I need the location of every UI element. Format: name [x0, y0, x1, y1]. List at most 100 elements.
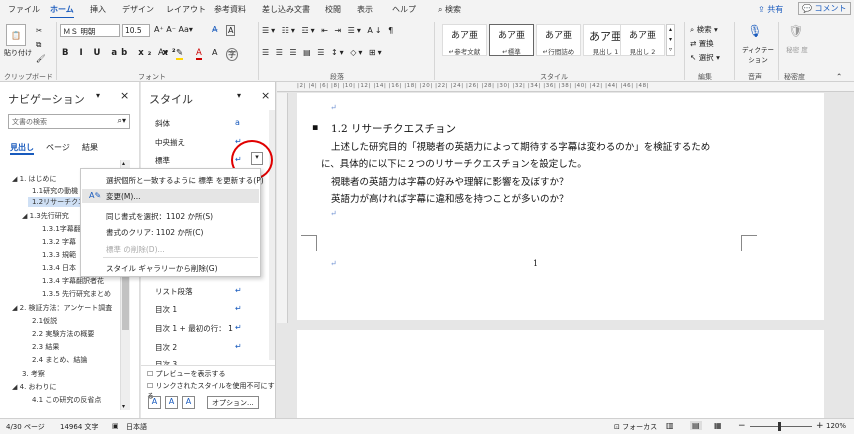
new-style-icon[interactable]: A: [148, 396, 161, 409]
tab-help[interactable]: ヘルプ: [392, 4, 416, 15]
proofing-icon[interactable]: ▣: [112, 422, 119, 430]
nav-tab-headings[interactable]: 見出し: [10, 142, 34, 155]
style-item-normal[interactable]: 標準: [155, 155, 170, 166]
style-item-list-paragraph[interactable]: リスト段落: [155, 286, 193, 297]
tab-file[interactable]: ファイル: [8, 4, 40, 15]
paste-label[interactable]: 貼り付け: [4, 48, 32, 58]
manage-styles-icon[interactable]: A: [182, 396, 195, 409]
options-button[interactable]: オプション...: [207, 396, 259, 409]
search-box[interactable]: ⌕ 検索: [438, 4, 461, 15]
font-size-select[interactable]: 10.5: [122, 24, 150, 37]
highlight-icon[interactable]: ✎: [176, 48, 184, 60]
select-button[interactable]: ↖ 選択 ▾: [690, 52, 720, 63]
nav-heading-item[interactable]: 1.3.4 字幕翻訳者花: [42, 276, 120, 286]
menu-update-style[interactable]: 選択個所と一致するように 標準 を更新する(P): [106, 175, 264, 186]
style-gallery-scroll[interactable]: ▴ ▾ ▿: [666, 24, 675, 56]
zoom-out-icon[interactable]: −: [738, 421, 746, 431]
body-text-line[interactable]: 英語力が高ければ字幕に違和感を持つことが多いのか？: [331, 191, 569, 205]
align-buttons[interactable]: ☰ ☰ ☰ ▤ ☰ ↕▾ ◇▾ ⊞▾: [262, 48, 384, 57]
replace-button[interactable]: ⇄ 置換: [690, 38, 714, 49]
collapse-ribbon-icon[interactable]: ⌃: [836, 72, 842, 81]
word-count[interactable]: 14964 文字: [60, 422, 99, 432]
tab-mailings[interactable]: 差し込み文書: [262, 4, 310, 15]
menu-select-all-instances[interactable]: 同じ書式を選択：1102 か所(S): [106, 211, 213, 222]
nav-options-icon[interactable]: ▾: [96, 91, 100, 100]
microphone-icon[interactable]: 🎙: [747, 22, 762, 40]
clear-format-icon[interactable]: A̶: [212, 25, 217, 34]
section-heading[interactable]: 1.2 リサーチクエスチョン: [331, 121, 456, 136]
menu-modify[interactable]: 変更(M)...: [106, 191, 140, 202]
web-layout-icon[interactable]: ▦: [714, 421, 722, 430]
tab-references[interactable]: 参考資料: [214, 4, 246, 15]
style-item-center[interactable]: 中央揃え: [155, 137, 185, 148]
styles-close-icon[interactable]: ×: [261, 89, 270, 102]
nav-search-icon[interactable]: ⌕▾: [118, 116, 127, 126]
text-effects-icon[interactable]: A▾: [158, 48, 168, 58]
list-buttons[interactable]: ☰▾ ☷▾ ☲▾ ⇤ ⇥ ☰▾ A↓ ¶: [262, 26, 395, 35]
body-text-line[interactable]: 視聴者の英語力は字幕の好みや理解に影響を及ぼすか？: [331, 174, 569, 188]
nav-heading-item[interactable]: 3. 考察: [22, 369, 45, 379]
vertical-ruler[interactable]: [277, 93, 288, 323]
tab-view[interactable]: 表示: [357, 4, 373, 15]
style-item-italic[interactable]: 斜体: [155, 118, 170, 129]
zoom-slider[interactable]: [750, 426, 812, 427]
char-border-icon[interactable]: A: [226, 25, 236, 36]
nav-tab-pages[interactable]: ページ: [46, 142, 70, 153]
horizontal-ruler[interactable]: |2| |4| |6| |8| |10| |12| |14| |16| |18|…: [277, 82, 854, 92]
zoom-in-icon[interactable]: +: [816, 421, 824, 431]
nav-heading-item[interactable]: 1.3.4 日本: [42, 263, 82, 273]
tab-review[interactable]: 校閲: [325, 4, 341, 15]
nav-heading-item[interactable]: 1.3.5 先行研究まとめ: [42, 289, 120, 299]
enclose-char-icon[interactable]: 字: [226, 48, 238, 61]
style-gallery-item[interactable]: あア亜 見出し 2: [620, 24, 665, 56]
menu-remove-from-gallery[interactable]: スタイル ギャラリーから削除(G): [106, 263, 218, 274]
style-gallery-item[interactable]: あア亜 ↵参考文献: [442, 24, 487, 56]
tab-layout[interactable]: レイアウト: [166, 4, 206, 15]
font-size-buttons[interactable]: A⁺ A⁻ Aa▾: [154, 25, 193, 34]
page-count[interactable]: 4/30 ページ: [6, 422, 45, 432]
body-text-line[interactable]: 上述した研究目的「視聴者の英語力によって期待する字幕は変わるのか」を検証するため: [331, 139, 710, 153]
char-shading-icon[interactable]: A: [212, 48, 217, 57]
scroll-up-icon[interactable]: ▴: [122, 160, 125, 167]
font-color-icon[interactable]: A: [196, 48, 202, 60]
font-name-select[interactable]: ＭＳ 明朝: [60, 24, 120, 37]
comments-button[interactable]: 💬 コメント: [798, 2, 851, 15]
body-text-line[interactable]: に、具体的に以下に２つのリサーチクエスチョンを設定した。: [321, 156, 587, 170]
format-painter-icon[interactable]: 🖌: [36, 54, 46, 63]
style-inspector-icon[interactable]: A: [165, 396, 178, 409]
nav-heading-item[interactable]: 2.2 実験方法の概要: [32, 329, 94, 339]
nav-heading-item[interactable]: ◢ 4. おわりに: [12, 382, 57, 392]
nav-search-input[interactable]: 文書の検索 ⌕▾: [8, 114, 130, 129]
menu-clear-formatting[interactable]: 書式のクリア: 1102 か所(C): [106, 227, 203, 238]
sensitivity-icon[interactable]: 🛡: [788, 22, 804, 40]
style-gallery-item[interactable]: あア亜 ↵行間詰め: [536, 24, 581, 56]
style-item-toc1[interactable]: 目次 1: [155, 304, 177, 315]
nav-heading-item[interactable]: ◢ 2. 検証方法：アンケート調査: [12, 303, 120, 313]
tab-design[interactable]: デザイン: [122, 4, 154, 15]
share-button[interactable]: ⇪ 共有: [758, 4, 783, 15]
style-gallery-item-selected[interactable]: あア亜 ↵標準: [489, 24, 534, 56]
nav-tab-results[interactable]: 結果: [82, 142, 98, 153]
nav-heading-item[interactable]: ◢ 1.3先行研究: [22, 211, 69, 221]
scroll-down-icon[interactable]: ▾: [122, 403, 125, 410]
focus-mode-button[interactable]: ⊡ フォーカス: [614, 422, 657, 432]
document-page[interactable]: ↵ ▪ 1.2 リサーチクエスチョン 上述した研究目的「視聴者の英語力によって期…: [297, 93, 824, 320]
style-item-toc1-first-line[interactable]: 目次 1 + 最初の行： 1: [155, 323, 233, 334]
zoom-level[interactable]: 120%: [826, 422, 846, 430]
tab-home[interactable]: ホーム: [50, 4, 74, 19]
find-button[interactable]: ⌕ 検索 ▾: [690, 24, 718, 35]
nav-heading-item[interactable]: ◢ 1. はじめに: [12, 174, 57, 184]
sensitivity-button-label[interactable]: 秘密 度: [784, 44, 810, 54]
nav-heading-item[interactable]: 2.4 まとめ、結論: [32, 355, 87, 365]
dictate-label[interactable]: ディクテー ション: [740, 44, 776, 64]
nav-heading-item[interactable]: 2.1仮説: [32, 316, 57, 326]
nav-heading-item[interactable]: 4.1 この研究の反省点: [32, 395, 118, 405]
next-page[interactable]: [297, 330, 824, 418]
cut-icon[interactable]: ✂: [36, 26, 42, 35]
nav-heading-item[interactable]: 1.3.3 規範: [42, 250, 82, 260]
copy-icon[interactable]: ⧉: [36, 40, 41, 50]
nav-heading-item[interactable]: 1.3.1字幕翻訳: [42, 224, 82, 234]
nav-heading-item[interactable]: 1.3.2 字幕: [42, 237, 82, 247]
print-layout-icon[interactable]: ▤: [690, 421, 702, 430]
nav-heading-item[interactable]: 2.3 結果: [32, 342, 59, 352]
